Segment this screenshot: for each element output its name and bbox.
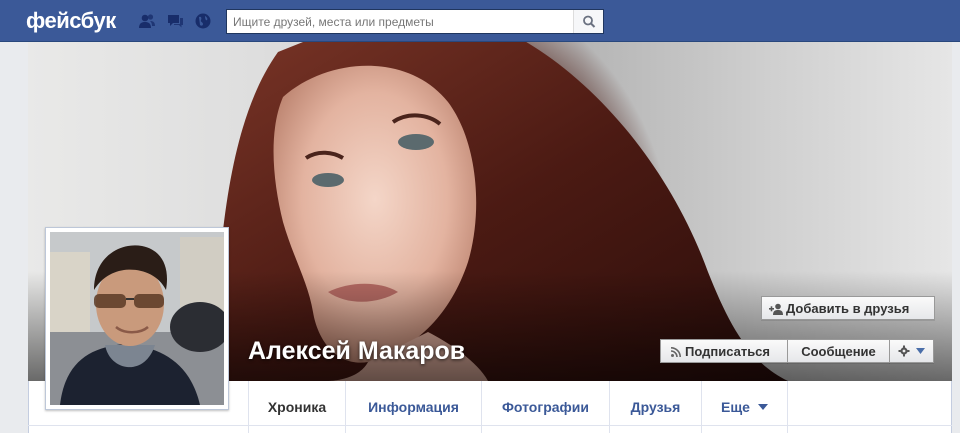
add-friend-label: Добавить в друзья [786, 300, 910, 316]
message-label: Сообщение [801, 343, 876, 359]
gear-icon [898, 345, 910, 357]
search-button[interactable] [573, 10, 603, 33]
subscribe-button[interactable]: Подписаться [660, 339, 788, 363]
chevron-down-icon [757, 404, 768, 410]
search-icon [583, 15, 596, 28]
profile-name[interactable]: Алексей Макаров [248, 337, 465, 366]
rss-icon [671, 347, 681, 357]
divider [28, 425, 952, 426]
tab-timeline-label: Хроника [267, 399, 327, 415]
add-friend-icon [769, 303, 783, 315]
profile-picture-frame[interactable] [45, 227, 229, 410]
top-navigation-bar: фейсбук [0, 0, 960, 42]
friend-requests-icon[interactable] [138, 12, 156, 30]
subscribe-label: Подписаться [685, 343, 771, 359]
profile-picture-image [50, 232, 224, 405]
message-button[interactable]: Сообщение [787, 339, 890, 363]
settings-dropdown-button[interactable] [889, 339, 934, 363]
search-input[interactable] [227, 10, 571, 33]
chevron-down-icon [916, 348, 925, 354]
add-friend-button[interactable]: Добавить в друзья [761, 296, 935, 320]
tab-friends-label: Друзья [630, 399, 681, 415]
tab-photos-label: Фотографии [501, 399, 589, 415]
messages-icon[interactable] [166, 12, 184, 30]
tab-more-label: Еще [721, 399, 750, 415]
profile-action-buttons: Подписаться Сообщение [660, 339, 934, 364]
tab-info-label: Информация [368, 399, 459, 415]
profile-picture[interactable] [50, 232, 224, 405]
facebook-logo[interactable]: фейсбук [26, 8, 116, 34]
search-bar [226, 9, 604, 34]
notifications-globe-icon[interactable] [194, 12, 212, 30]
